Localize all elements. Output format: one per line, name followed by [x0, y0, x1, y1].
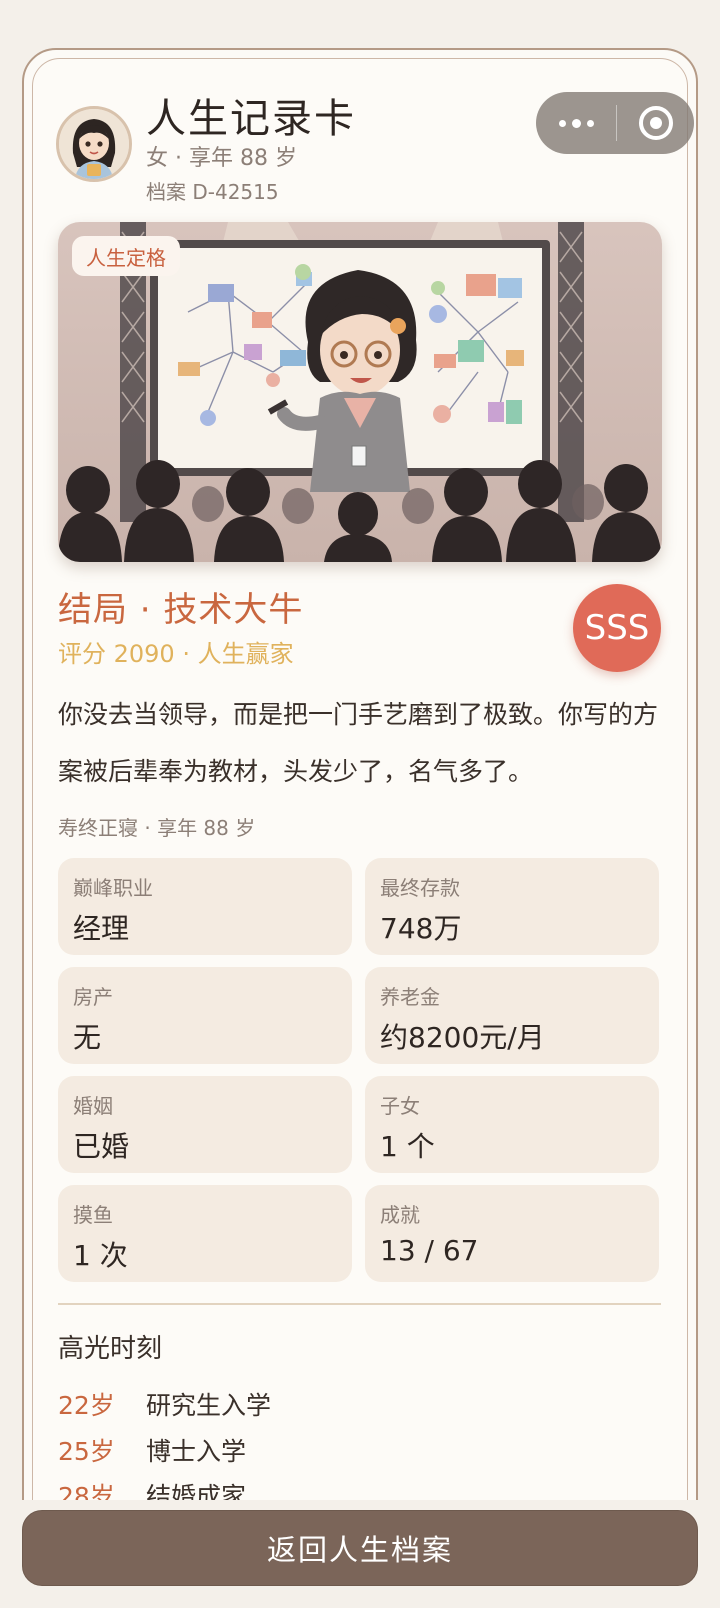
highlight-text: 研究生入学: [146, 1391, 272, 1420]
stat-label: 成就: [380, 1203, 420, 1227]
stat-value: 已婚: [73, 1130, 130, 1163]
back-to-archive-button[interactable]: 返回人生档案: [22, 1510, 698, 1586]
stat-value: 13 / 67: [380, 1234, 479, 1267]
stat-card: 成就 13 / 67: [365, 1185, 659, 1282]
highlight-item: 25岁 博士入学: [58, 1432, 246, 1468]
stat-card: 房产 无: [58, 967, 352, 1064]
stat-card: 摸鱼 1 次: [58, 1185, 352, 1282]
stat-label: 房产: [73, 985, 113, 1009]
close-target-icon[interactable]: [617, 92, 694, 154]
highlight-item: 22岁 研究生入学: [58, 1386, 271, 1422]
stat-label: 养老金: [380, 985, 440, 1009]
highlight-age: 25岁: [58, 1437, 115, 1466]
stat-card: 子女 1 个: [365, 1076, 659, 1173]
hero-badge: 人生定格: [72, 236, 180, 276]
highlights-title: 高光时刻: [58, 1334, 163, 1364]
ending-description: 你没去当领导，而是把一门手艺磨到了极致。你写的方案被后辈奉为教材，头发少了，名气…: [58, 700, 659, 786]
more-icon[interactable]: [536, 92, 616, 154]
stat-label: 最终存款: [380, 876, 460, 900]
stat-value: 经理: [73, 912, 130, 945]
stat-value: 1 次: [73, 1239, 128, 1272]
file-number: 档案 D-42515: [146, 180, 279, 204]
stat-label: 摸鱼: [73, 1203, 113, 1227]
stat-card: 养老金 约8200元/月: [365, 967, 659, 1064]
avatar: [56, 106, 132, 182]
stat-label: 巅峰职业: [73, 876, 153, 900]
stat-value: 约8200元/月: [380, 1021, 545, 1054]
stat-label: 子女: [380, 1094, 420, 1118]
stat-value: 1 个: [380, 1130, 435, 1163]
stat-card: 最终存款 748万: [365, 858, 659, 955]
stat-value: 748万: [380, 912, 462, 945]
death-note: 寿终正寝 · 享年 88 岁: [58, 816, 256, 840]
page-title: 人生记录卡: [146, 96, 356, 142]
stat-value: 无: [73, 1021, 102, 1054]
ending-title: 结局 · 技术大牛: [58, 590, 304, 630]
highlight-text: 博士入学: [146, 1437, 247, 1466]
ending-score: 评分 2090 · 人生赢家: [58, 640, 294, 668]
stat-card: 婚姻 已婚: [58, 1076, 352, 1173]
grade-badge: SSS: [573, 584, 661, 672]
highlight-age: 22岁: [58, 1391, 115, 1420]
section-divider: [58, 1303, 661, 1305]
miniprogram-capsule: [536, 92, 694, 154]
profile-subtitle: 女 · 享年 88 岁: [146, 146, 297, 171]
stat-label: 婚姻: [73, 1094, 113, 1118]
stat-card: 巅峰职业 经理: [58, 858, 352, 955]
